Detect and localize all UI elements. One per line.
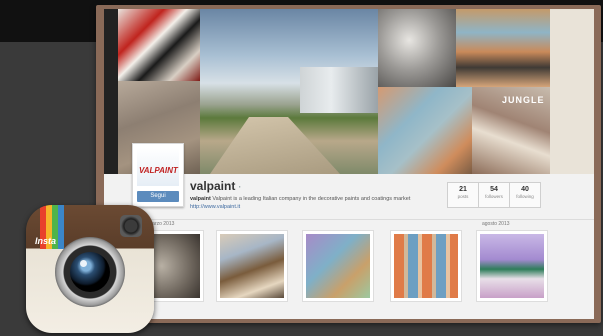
stat-followers-value: 54	[490, 186, 498, 193]
banner-photo-wall[interactable]	[550, 9, 594, 174]
follow-button[interactable]: Segui	[137, 191, 179, 202]
lens-glint	[80, 260, 87, 267]
banner-photo-headquarters[interactable]	[200, 9, 378, 174]
logo-text: VALPAINT	[139, 166, 178, 175]
stripe-blue	[58, 205, 64, 249]
username-text: valpaint	[190, 179, 236, 193]
profile-stats: 21 posts 54 followers 40 following	[447, 182, 541, 208]
feed-section-label-right: agosto 2013	[482, 221, 510, 227]
username-mark: ·	[238, 182, 242, 192]
banner-photo-color-tiles[interactable]	[378, 87, 472, 174]
instagram-icon-label: Insta	[35, 236, 57, 246]
viewfinder-icon	[120, 215, 142, 237]
bio-link[interactable]: http://www.valpaint.it	[190, 204, 240, 210]
thumbnail-image	[394, 234, 458, 298]
section-divider	[104, 219, 594, 220]
instagram-app-icon[interactable]: Insta	[26, 205, 154, 333]
stat-following-label: following	[516, 194, 534, 199]
jungle-text: JUNGLE	[502, 95, 545, 105]
banner-photo-jungle[interactable]: JUNGLE	[472, 87, 550, 174]
feed-thumbnail[interactable]	[476, 230, 548, 302]
instagram-profile-screen: JUNGLE VALPAINT Segui valpaint · valpaint…	[104, 9, 594, 319]
stat-posts-value: 21	[459, 186, 467, 193]
thumbnail-image	[220, 234, 284, 298]
stat-followers[interactable]: 54 followers	[478, 182, 510, 208]
stat-following[interactable]: 40 following	[509, 182, 541, 208]
banner-photo-flags[interactable]	[118, 9, 200, 81]
banner-photo-stone[interactable]	[378, 9, 456, 87]
thumbnail-image	[306, 234, 370, 298]
banner-photo-swatches[interactable]	[456, 9, 550, 87]
camera-lens-icon	[70, 252, 110, 292]
feed-thumbnail[interactable]	[390, 230, 462, 302]
profile-bio: valpaint Valpaint is a leading Italian c…	[190, 195, 440, 211]
profile-picture-card[interactable]: VALPAINT Segui	[132, 143, 184, 207]
thumbnail-image	[480, 234, 544, 298]
stat-followers-label: followers	[485, 194, 503, 199]
stat-posts-label: posts	[457, 194, 469, 199]
feed-thumbnail[interactable]	[302, 230, 374, 302]
valpaint-logo: VALPAINT	[137, 148, 179, 186]
bio-name: valpaint	[190, 196, 211, 202]
profile-username[interactable]: valpaint ·	[190, 179, 241, 193]
stat-following-value: 40	[521, 186, 529, 193]
road-shape	[210, 117, 340, 174]
stat-posts[interactable]: 21 posts	[447, 182, 479, 208]
bio-text: Valpaint is a leading Italian company in…	[212, 196, 411, 202]
building-shape	[300, 67, 378, 113]
feed-thumbnail[interactable]	[216, 230, 288, 302]
